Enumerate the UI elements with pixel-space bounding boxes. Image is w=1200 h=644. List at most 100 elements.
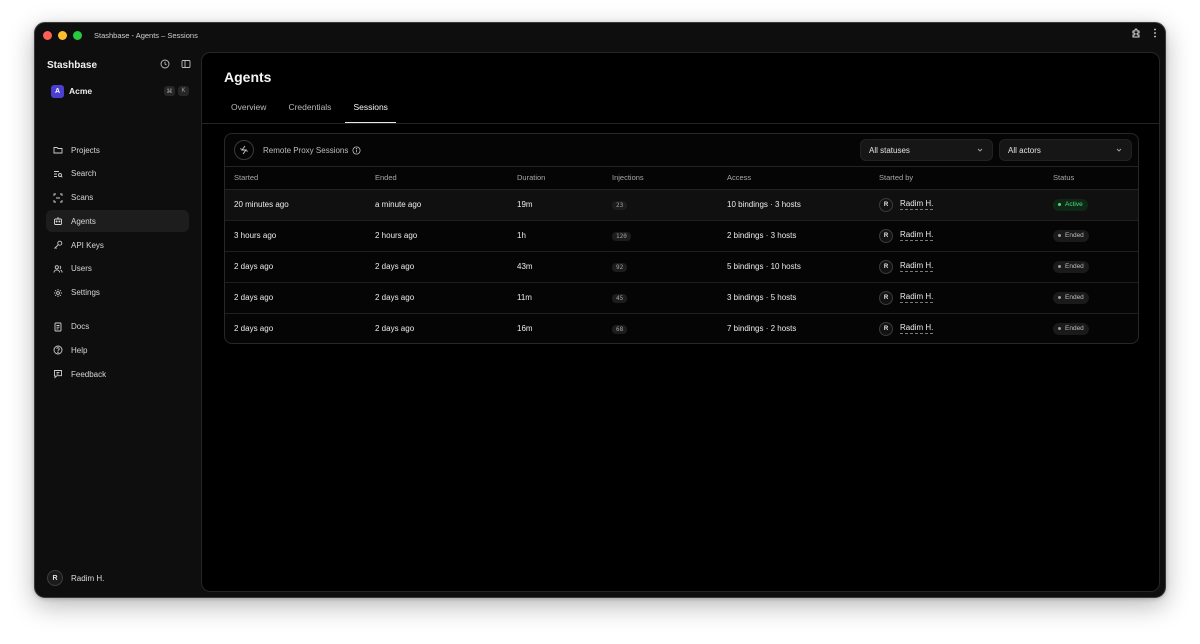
actor-name: Radim H. (900, 292, 934, 303)
column-header-duration[interactable]: Duration (508, 167, 603, 190)
sidebar-item-label: Users (71, 264, 92, 274)
cell-injections: 120 (603, 220, 718, 252)
avatar: R (879, 290, 893, 305)
actor[interactable]: R Radim H. (879, 259, 934, 274)
sidebar-item-scans[interactable]: Scans (46, 187, 189, 209)
k-key: K (178, 86, 189, 96)
sidebar-item-docs[interactable]: Docs (46, 316, 189, 338)
actor-filter-select[interactable]: All actors (999, 139, 1132, 161)
sidebar-toggle-icon[interactable] (181, 56, 191, 74)
actor[interactable]: R Radim H. (879, 228, 934, 243)
cell-injections: 23 (603, 189, 718, 221)
column-header-started[interactable]: Started (225, 167, 366, 190)
window-title: Stashbase - Agents – Sessions (94, 30, 198, 40)
status-badge: Ended (1053, 260, 1089, 273)
tab-credentials[interactable]: Credentials (280, 100, 339, 123)
cell-started-by: R Radim H. (870, 282, 1044, 314)
sidebar-item-api-keys[interactable]: API Keys (46, 234, 189, 256)
cell-access: 10 bindings · 3 hosts (718, 189, 870, 221)
document-icon (54, 322, 62, 332)
chevron-down-icon (976, 146, 984, 154)
card-header: Remote Proxy Sessions All statuses All a… (225, 134, 1138, 167)
minimize-window-button[interactable] (58, 30, 67, 40)
sidebar-item-users[interactable]: Users (46, 258, 189, 280)
sidebar-nav: Projects Search Scans Agents API Keys Us… (46, 139, 189, 387)
cell-started: 20 minutes ago (225, 189, 366, 221)
tab-sessions[interactable]: Sessions (345, 100, 396, 123)
sidebar-item-label: API Keys (71, 240, 104, 250)
avatar: R (879, 197, 893, 212)
cell-duration: 1h (508, 220, 603, 252)
cell-status: Ended (1044, 220, 1138, 252)
column-header-ended[interactable]: Ended (366, 167, 508, 190)
user-name: Radim H. (71, 573, 105, 583)
injections-count: 45 (612, 293, 628, 303)
extension-icon[interactable] (1131, 28, 1141, 38)
window-controls (43, 30, 82, 40)
chevron-down-icon (1115, 146, 1123, 154)
feedback-icon (54, 370, 62, 379)
filters: All statuses All actors (860, 139, 1132, 161)
sidebar: Stashbase A Acme ⌘ K Projects Search Sca… (35, 47, 201, 597)
tab-overview[interactable]: Overview (223, 100, 274, 123)
sidebar-item-feedback[interactable]: Feedback (46, 363, 189, 385)
cell-ended: 2 days ago (366, 251, 508, 283)
history-icon[interactable] (160, 56, 170, 74)
actor[interactable]: R Radim H. (879, 197, 934, 212)
column-header-access[interactable]: Access (718, 167, 870, 190)
sidebar-item-settings[interactable]: Settings (46, 282, 189, 304)
cell-started-by: R Radim H. (870, 220, 1044, 252)
cell-duration: 11m (508, 282, 603, 314)
cell-ended: a minute ago (366, 189, 508, 221)
status-label: Ended (1065, 232, 1084, 239)
cell-ended: 2 days ago (375, 324, 415, 334)
sidebar-item-search[interactable]: Search (46, 163, 189, 185)
cell-access: 7 bindings · 2 hosts (727, 324, 797, 334)
close-window-button[interactable] (43, 30, 52, 40)
command-key: ⌘ (164, 86, 175, 96)
sessions-table: Started Ended Duration Injections Access… (225, 167, 1138, 343)
column-header-started-by[interactable]: Started by (870, 167, 1044, 190)
info-icon[interactable] (352, 145, 361, 155)
actor[interactable]: R Radim H. (879, 321, 934, 336)
column-header-injections[interactable]: Injections (603, 167, 718, 190)
status-badge: Ended (1053, 291, 1089, 304)
sidebar-item-label: Agents (71, 216, 96, 226)
status-filter-select[interactable]: All statuses (860, 139, 993, 161)
cell-started-by: R Radim H. (870, 313, 1044, 343)
title-bar: Stashbase - Agents – Sessions (35, 23, 1165, 47)
gear-icon (54, 288, 62, 297)
sidebar-item-agents[interactable]: Agents (46, 210, 189, 233)
command-shortcut: ⌘ K (164, 86, 189, 96)
cell-started-by: R Radim H. (870, 189, 1044, 221)
maximize-window-button[interactable] (73, 30, 82, 40)
tabs-divider (202, 123, 1159, 124)
status-dot-icon (1058, 234, 1061, 237)
sidebar-item-help[interactable]: Help (46, 339, 189, 361)
status-label: Ended (1065, 325, 1084, 333)
user-menu[interactable]: R Radim H. (47, 570, 104, 586)
table-row[interactable]: 3 hours ago 2 hours ago 1h 120 2 binding… (225, 220, 1138, 252)
table-row[interactable]: 20 minutes ago a minute ago 19m 23 10 bi… (225, 189, 1138, 221)
injections-count: 120 (612, 231, 631, 241)
table-row[interactable]: 2 days ago 2 days ago 11m 45 3 bindings … (225, 282, 1138, 314)
cell-status: Ended (1044, 282, 1138, 314)
org-switcher[interactable]: A Acme ⌘ K (51, 84, 189, 98)
cell-started: 3 hours ago (225, 220, 366, 252)
sidebar-item-label: Projects (71, 145, 100, 155)
more-vertical-icon[interactable] (1153, 28, 1157, 38)
table-row[interactable]: 2 days ago 2 days ago 16m 68 7 bindings … (225, 313, 1138, 343)
avatar: R (879, 259, 893, 274)
sidebar-item-label: Feedback (71, 369, 107, 379)
actor-name: Radim H. (900, 261, 934, 272)
sidebar-item-label: Search (71, 169, 97, 179)
column-header-status[interactable]: Status (1044, 167, 1138, 190)
status-dot-icon (1058, 203, 1061, 206)
sidebar-item-projects[interactable]: Projects (46, 139, 189, 161)
cell-access: 3 bindings · 5 hosts (718, 282, 870, 314)
actor[interactable]: R Radim H. (879, 290, 934, 305)
cell-status: Active (1044, 189, 1138, 221)
org-avatar: A (51, 84, 64, 98)
table-row[interactable]: 2 days ago 2 days ago 43m 92 5 bindings … (225, 251, 1138, 283)
